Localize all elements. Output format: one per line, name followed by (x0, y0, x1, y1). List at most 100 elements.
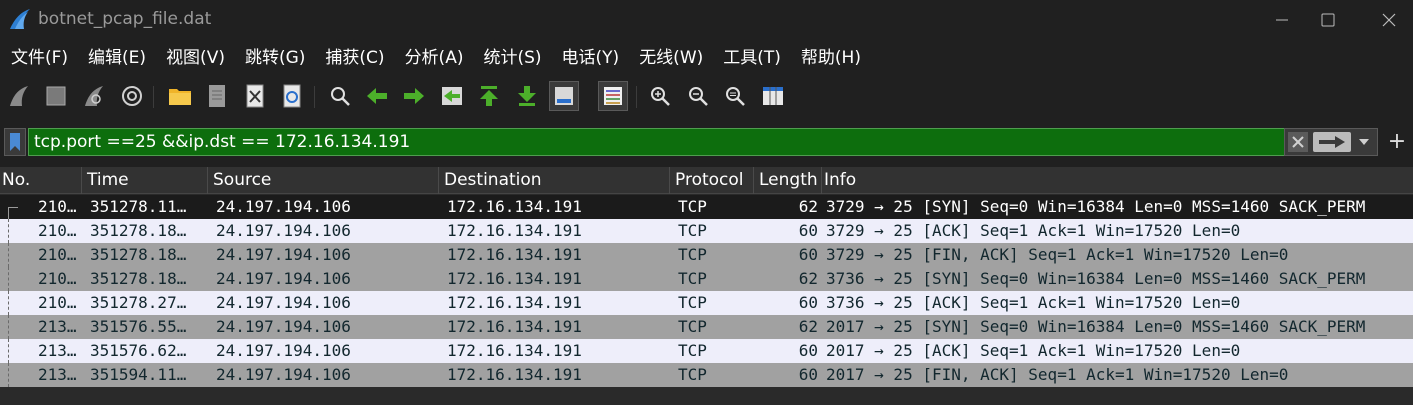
packet-length: 60 (798, 365, 818, 384)
minimize-button[interactable] (1260, 0, 1306, 40)
zoom-in-icon[interactable] (645, 81, 675, 111)
packet-source: 24.197.194.106 (216, 293, 351, 312)
display-filter-input[interactable]: tcp.port ==25 &&ip.dst == 172.16.134.191 (28, 128, 1285, 156)
clear-filter-button[interactable] (1288, 132, 1308, 152)
packet-row[interactable]: 210… 351278.18… 24.197.194.106 172.16.13… (0, 243, 1413, 267)
packet-source: 24.197.194.106 (216, 317, 351, 336)
packet-destination: 172.16.134.191 (447, 269, 582, 288)
column-header-source[interactable]: Source (211, 167, 439, 194)
packet-protocol: TCP (678, 317, 707, 336)
menu-go[interactable]: 跳转(G) (235, 40, 315, 76)
packet-info: 3729 → 25 [ACK] Seq=1 Ack=1 Win=17520 Le… (826, 221, 1241, 240)
packet-no: 210… (38, 197, 77, 216)
packet-info: 2017 → 25 [SYN] Seq=0 Win=16384 Len=0 MS… (826, 317, 1366, 336)
column-header-no[interactable]: No. (0, 167, 82, 194)
packet-no: 210… (38, 269, 77, 288)
column-header-length[interactable]: Length (757, 167, 822, 194)
packet-no: 213… (38, 341, 77, 360)
packet-list-header: No. Time Source Destination Protocol Len… (0, 167, 1413, 194)
capture-options-icon[interactable] (117, 81, 147, 111)
shark-fin-icon (8, 8, 32, 34)
close-file-icon[interactable] (240, 81, 270, 111)
packet-protocol: TCP (678, 365, 707, 384)
packet-info: 3736 → 25 [SYN] Seq=0 Win=16384 Len=0 MS… (826, 269, 1366, 288)
go-back-icon[interactable] (362, 81, 392, 111)
resize-columns-icon[interactable] (758, 81, 788, 111)
packet-time: 351278.27… (90, 293, 187, 312)
start-capture-icon[interactable] (4, 81, 34, 111)
packet-no: 210… (38, 293, 77, 312)
packet-row[interactable]: 213… 351576.62… 24.197.194.106 172.16.13… (0, 339, 1413, 363)
menu-analyze[interactable]: 分析(A) (395, 40, 474, 76)
conversation-line (8, 207, 18, 208)
go-first-icon[interactable] (474, 81, 504, 111)
column-header-info[interactable]: Info (822, 167, 1413, 194)
packet-row[interactable]: 210… 351278.18… 24.197.194.106 172.16.13… (0, 219, 1413, 243)
packet-time: 351278.18… (90, 245, 187, 264)
open-file-icon[interactable] (165, 81, 195, 111)
packet-source: 24.197.194.106 (216, 341, 351, 360)
packet-destination: 172.16.134.191 (447, 221, 582, 240)
conversation-line (8, 315, 10, 339)
menu-file[interactable]: 文件(F) (0, 40, 78, 76)
menu-help[interactable]: 帮助(H) (791, 40, 871, 76)
packet-info: 3736 → 25 [ACK] Seq=1 Ack=1 Win=17520 Le… (826, 293, 1241, 312)
menu-bar: 文件(F) 编辑(E) 视图(V) 跳转(G) 捕获(C) 分析(A) 统计(S… (0, 40, 1413, 76)
menu-edit[interactable]: 编辑(E) (78, 40, 156, 76)
packet-destination: 172.16.134.191 (447, 365, 582, 384)
column-header-protocol[interactable]: Protocol (673, 167, 754, 194)
packet-length: 62 (798, 317, 818, 336)
maximize-button[interactable] (1306, 0, 1352, 40)
packet-row[interactable]: 210… 351278.18… 24.197.194.106 172.16.13… (0, 267, 1413, 291)
zoom-out-icon[interactable] (683, 81, 713, 111)
filter-controls (1284, 128, 1378, 156)
packet-info: 2017 → 25 [ACK] Seq=1 Ack=1 Win=17520 Le… (826, 341, 1241, 360)
packet-no: 210… (38, 245, 77, 264)
menu-telephony[interactable]: 电话(Y) (552, 40, 630, 76)
toolbar-separator (636, 86, 637, 108)
packet-length: 62 (798, 269, 818, 288)
packet-protocol: TCP (678, 221, 707, 240)
go-to-packet-icon[interactable] (437, 81, 467, 111)
main-toolbar (0, 78, 1413, 116)
packet-row[interactable]: 210… 351278.11… 24.197.194.106 172.16.13… (0, 195, 1413, 219)
conversation-line (8, 267, 10, 291)
zoom-normal-icon[interactable] (720, 81, 750, 111)
packet-row[interactable]: 213… 351576.55… 24.197.194.106 172.16.13… (0, 315, 1413, 339)
packet-source: 24.197.194.106 (216, 365, 351, 384)
conversation-line (8, 291, 10, 315)
add-filter-button[interactable]: + (1387, 126, 1407, 158)
menu-wireless[interactable]: 无线(W) (629, 40, 713, 76)
find-packet-icon[interactable] (325, 81, 355, 111)
colorize-icon[interactable] (598, 81, 628, 111)
column-header-time[interactable]: Time (85, 167, 208, 194)
conversation-line (8, 339, 10, 363)
restart-capture-icon[interactable] (79, 81, 109, 111)
auto-scroll-icon[interactable] (549, 81, 579, 111)
menu-view[interactable]: 视图(V) (156, 40, 235, 76)
packet-no: 213… (38, 365, 77, 384)
save-file-icon[interactable] (202, 81, 232, 111)
packet-destination: 172.16.134.191 (447, 197, 582, 216)
go-last-icon[interactable] (512, 81, 542, 111)
menu-statistics[interactable]: 统计(S) (473, 40, 551, 76)
column-header-destination[interactable]: Destination (442, 167, 670, 194)
menu-tools[interactable]: 工具(T) (713, 40, 791, 76)
display-filter-bar: tcp.port ==25 &&ip.dst == 172.16.134.191… (0, 126, 1413, 158)
conversation-line (8, 363, 10, 387)
apply-filter-button[interactable] (1313, 132, 1351, 152)
reload-file-icon[interactable] (277, 81, 307, 111)
packet-row[interactable]: 210… 351278.27… 24.197.194.106 172.16.13… (0, 291, 1413, 315)
packet-no: 213… (38, 317, 77, 336)
chevron-down-icon[interactable] (1359, 139, 1369, 145)
display-filter-text: tcp.port ==25 &&ip.dst == 172.16.134.191 (34, 132, 411, 152)
packet-info: 2017 → 25 [FIN, ACK] Seq=1 Ack=1 Win=175… (826, 365, 1289, 384)
packet-list: No. Time Source Destination Protocol Len… (0, 167, 1413, 405)
menu-capture[interactable]: 捕获(C) (315, 40, 394, 76)
go-forward-icon[interactable] (399, 81, 429, 111)
stop-capture-icon[interactable] (41, 81, 71, 111)
filter-bookmark-button[interactable] (4, 128, 26, 156)
packet-protocol: TCP (678, 293, 707, 312)
packet-row[interactable]: 213… 351594.11… 24.197.194.106 172.16.13… (0, 363, 1413, 387)
close-button[interactable] (1367, 0, 1413, 40)
